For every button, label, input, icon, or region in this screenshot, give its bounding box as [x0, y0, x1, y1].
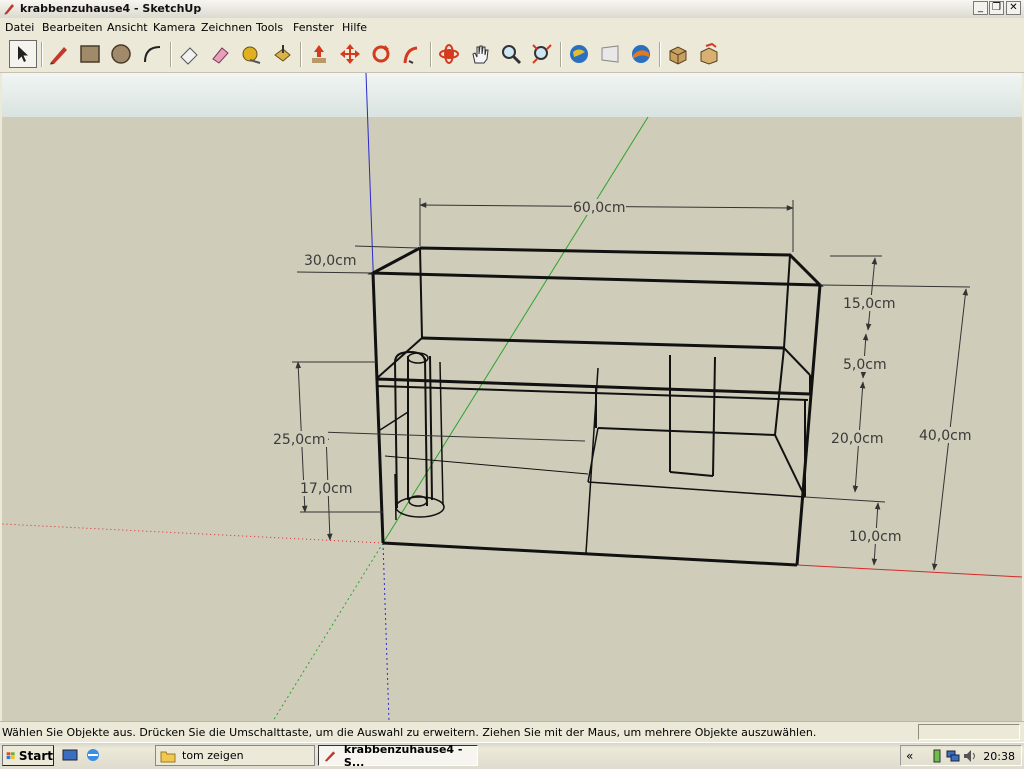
- eraser-icon: [180, 47, 198, 65]
- move-icon: [340, 44, 360, 64]
- menu-fenster[interactable]: Fenster: [293, 21, 334, 34]
- windows-taskbar: Start tom zeigen krabbenzuhause4 - S... …: [0, 742, 1024, 769]
- pan-icon: [472, 45, 489, 64]
- google-earth-button[interactable]: [627, 40, 655, 68]
- rectangle-icon: [80, 45, 100, 63]
- menu-datei[interactable]: Datei: [5, 21, 34, 34]
- menu-bearbeiten[interactable]: Bearbeiten: [42, 21, 102, 34]
- push-pull-icon: [312, 45, 326, 63]
- dim-15-label: 15,0cm: [843, 296, 896, 312]
- share-model-button[interactable]: [596, 40, 624, 68]
- eraser-tool-button[interactable]: [175, 40, 203, 68]
- task-label: krabbenzuhause4 - S...: [343, 742, 463, 769]
- sketchup-app-icon: [324, 750, 336, 762]
- dim-5-label: 5,0cm: [843, 357, 887, 373]
- zoom-extents-tool-button[interactable]: [528, 40, 556, 68]
- sketchup-app-icon: [4, 4, 14, 15]
- zoom-extents-icon: [532, 44, 552, 64]
- menu-kamera[interactable]: Kamera: [153, 21, 196, 34]
- dim-17-label: 17,0cm: [300, 481, 353, 497]
- push-pull-icon: [274, 45, 291, 62]
- components-icon: [669, 46, 687, 65]
- zoom-tool-button[interactable]: [497, 40, 525, 68]
- close-button[interactable]: ✕: [1006, 1, 1021, 15]
- windows-logo-icon: [6, 751, 15, 759]
- google-earth-icon: [632, 45, 650, 63]
- arc-tool-button[interactable]: [138, 40, 166, 68]
- tray-clock[interactable]: 20:38: [983, 750, 1015, 763]
- select-icon: [18, 46, 28, 62]
- dim-width-label: 60,0cm: [573, 200, 626, 216]
- menu-ansicht[interactable]: Ansicht: [107, 21, 148, 34]
- minimize-icon: _: [978, 2, 983, 13]
- orbit-tool-button[interactable]: [435, 40, 463, 68]
- battery-icon[interactable]: [931, 749, 943, 763]
- warehouse-button[interactable]: [695, 40, 723, 68]
- model-drawing: 60,0cm 30,0cm 15,0cm 5,0cm 20,0cm 40,0cm…: [2, 73, 1022, 721]
- title-bar[interactable]: krabbenzuhause4 - SketchUp _ ❐ ✕: [0, 0, 1024, 19]
- network-icon[interactable]: [946, 749, 960, 763]
- system-tray: « 20:38: [900, 745, 1022, 766]
- pan-tool-button[interactable]: [466, 40, 494, 68]
- warehouse-icon: [700, 43, 718, 65]
- move-tool-button[interactable]: [336, 40, 364, 68]
- taskbar-tom-zeigen[interactable]: tom zeigen: [155, 745, 315, 766]
- circle-icon: [111, 44, 131, 64]
- dim-10-label: 10,0cm: [849, 529, 902, 545]
- dim-20-label: 20,0cm: [831, 431, 884, 447]
- follow-me-icon: [403, 46, 418, 64]
- internet-explorer-icon: [87, 749, 99, 761]
- start-label: Start: [18, 748, 53, 763]
- components-button[interactable]: [664, 40, 692, 68]
- close-icon: ✕: [1009, 2, 1018, 13]
- task-label: tom zeigen: [182, 749, 244, 762]
- dim-40-label: 40,0cm: [919, 428, 972, 444]
- select-tool-button[interactable]: [9, 40, 37, 68]
- paint-bucket-tool-button[interactable]: [206, 40, 234, 68]
- start-button[interactable]: Start: [2, 745, 54, 766]
- window-title: krabbenzuhause4 - SketchUp: [20, 2, 202, 15]
- main-toolbar: [0, 38, 1024, 73]
- get-models-icon: [570, 45, 588, 63]
- rotate-icon: [372, 45, 390, 63]
- model-viewport[interactable]: 60,0cm 30,0cm 15,0cm 5,0cm 20,0cm 40,0cm…: [2, 73, 1022, 721]
- menu-tools[interactable]: Tools: [256, 21, 283, 34]
- menu-bar: Datei Bearbeiten Ansicht Kamera Zeichnen…: [0, 18, 1024, 38]
- restore-icon: ❐: [992, 2, 1001, 13]
- push-pull-tool-button[interactable]: [268, 40, 296, 68]
- dim-depth-label: 30,0cm: [304, 253, 357, 269]
- folder-icon: [160, 751, 176, 762]
- ground: [2, 117, 1022, 721]
- desktop-icon: [62, 749, 78, 761]
- rotate-tool-button[interactable]: [367, 40, 395, 68]
- measurements-box[interactable]: [918, 724, 1020, 740]
- tray-expand-chevron-icon[interactable]: «: [906, 749, 913, 763]
- arc-icon: [144, 46, 161, 63]
- internet-explorer-button[interactable]: [85, 747, 101, 763]
- zoom-icon: [502, 45, 522, 65]
- rectangle-tool-button[interactable]: [76, 40, 104, 68]
- dim-25-label: 25,0cm: [273, 432, 326, 448]
- minimize-button[interactable]: _: [973, 1, 988, 15]
- pencil-tool-button[interactable]: [45, 40, 73, 68]
- get-models-button[interactable]: [565, 40, 593, 68]
- menu-hilfe[interactable]: Hilfe: [342, 21, 367, 34]
- show-desktop-button[interactable]: [62, 748, 78, 762]
- status-bar: Wählen Sie Objekte aus. Drücken Sie die …: [0, 721, 1024, 743]
- pencil-icon: [50, 47, 67, 65]
- share-model-icon: [601, 45, 619, 63]
- menu-zeichnen[interactable]: Zeichnen: [201, 21, 252, 34]
- push-tool-button[interactable]: [305, 40, 333, 68]
- sky: [2, 73, 1022, 117]
- follow-me-tool-button[interactable]: [398, 40, 426, 68]
- tape-measure-tool-button[interactable]: [237, 40, 265, 68]
- volume-icon[interactable]: [963, 749, 977, 763]
- circle-tool-button[interactable]: [107, 40, 135, 68]
- status-hint: Wählen Sie Objekte aus. Drücken Sie die …: [2, 726, 817, 739]
- restore-button[interactable]: ❐: [989, 1, 1004, 15]
- paint-bucket-icon: [212, 47, 229, 64]
- taskbar-sketchup[interactable]: krabbenzuhause4 - S...: [318, 742, 478, 769]
- tape-measure-icon: [242, 46, 261, 64]
- orbit-icon: [439, 44, 459, 64]
